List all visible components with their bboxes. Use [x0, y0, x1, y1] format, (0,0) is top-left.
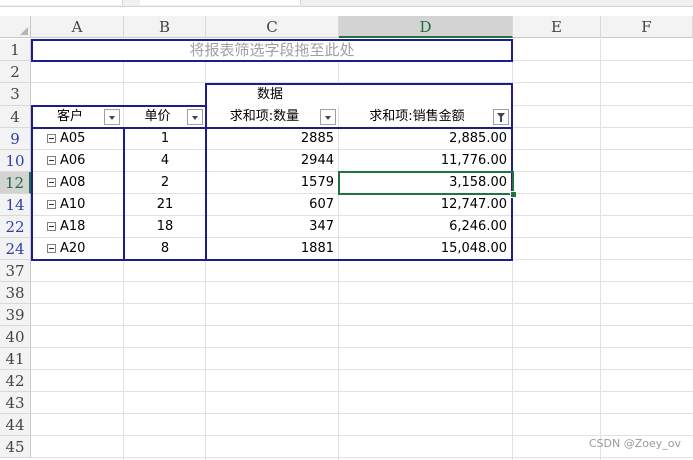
customer-cell[interactable]: A05	[47, 128, 123, 150]
fill-handle[interactable]	[510, 191, 517, 198]
pivot-data-label: 数据	[207, 84, 512, 106]
customer-cell[interactable]: A10	[47, 194, 123, 216]
quantity-cell[interactable]: 607	[207, 194, 339, 216]
row-header[interactable]: 9	[0, 128, 31, 150]
gridline	[600, 39, 601, 460]
customer-value: A18	[60, 219, 86, 234]
row-header[interactable]: 3	[0, 83, 31, 106]
spreadsheet: A B C D E F 1 2 3 4 9 10 12 14 22 24 37 …	[0, 0, 693, 460]
row-header[interactable]: 4	[0, 106, 31, 128]
gridline	[31, 435, 693, 436]
customer-cell[interactable]: A20	[47, 238, 123, 260]
gridline	[31, 413, 693, 414]
chevron-down-icon	[109, 116, 115, 120]
column-header-c[interactable]: C	[206, 16, 339, 38]
gridline	[31, 391, 693, 392]
gridline	[31, 347, 693, 348]
sales-cell[interactable]: 11,776.00	[339, 150, 512, 172]
row-header[interactable]: 22	[0, 216, 31, 238]
watermark: CSDN @Zoey_ov	[588, 437, 681, 450]
row-header[interactable]: 44	[0, 414, 31, 436]
pivot-border	[31, 259, 513, 261]
customer-value: A08	[60, 175, 86, 190]
row-header[interactable]: 41	[0, 348, 31, 370]
row-header[interactable]: 39	[0, 304, 31, 326]
row-header[interactable]: 2	[0, 61, 31, 83]
quantity-cell[interactable]: 2944	[207, 150, 339, 172]
price-cell[interactable]: 21	[124, 194, 206, 216]
collapse-minus-icon[interactable]	[47, 178, 56, 187]
column-header-b[interactable]: B	[124, 16, 206, 38]
report-filter-drop-area[interactable]: 将报表筛选字段拖至此处	[31, 39, 513, 61]
column-header-e[interactable]: E	[513, 16, 601, 38]
gridline	[31, 325, 693, 326]
sales-cell[interactable]: 2,885.00	[339, 128, 512, 150]
gridline	[31, 82, 693, 83]
collapse-minus-icon[interactable]	[47, 244, 56, 253]
chevron-down-icon	[192, 116, 198, 120]
column-header-d[interactable]: D	[339, 16, 513, 38]
price-filter-dropdown[interactable]	[187, 109, 203, 125]
quantity-cell[interactable]: 347	[207, 216, 339, 238]
pivot-border	[205, 83, 207, 261]
collapse-minus-icon[interactable]	[47, 222, 56, 231]
quantity-cell[interactable]: 1881	[207, 238, 339, 260]
top-tab-strip	[0, 0, 693, 7]
quantity-cell[interactable]: 1579	[207, 172, 339, 194]
quantity-cell[interactable]: 2885	[207, 128, 339, 150]
price-cell[interactable]: 2	[124, 172, 206, 194]
header-sum-sales: 求和项:销售金额	[369, 109, 465, 124]
pivot-border	[31, 127, 513, 129]
tab[interactable]	[140, 0, 301, 5]
customer-value: A20	[60, 241, 86, 256]
sales-cell[interactable]: 6,246.00	[339, 216, 512, 238]
price-cell[interactable]: 4	[124, 150, 206, 172]
row-header[interactable]: 38	[0, 282, 31, 304]
customer-cell[interactable]: A06	[47, 150, 123, 172]
price-cell[interactable]: 8	[124, 238, 206, 260]
gridline	[31, 281, 693, 282]
customer-value: A05	[60, 131, 86, 146]
gridline	[31, 457, 693, 458]
column-header-f[interactable]: F	[601, 16, 693, 38]
tab[interactable]	[0, 0, 123, 5]
sum-sales-filter-button[interactable]	[493, 109, 509, 125]
customer-value: A10	[60, 197, 86, 212]
active-cell-highlight	[338, 171, 514, 195]
row-header[interactable]: 1	[0, 39, 31, 61]
filter-funnel-icon	[497, 113, 505, 122]
pivot-border	[31, 105, 206, 107]
column-header-a[interactable]: A	[31, 16, 124, 38]
row-header[interactable]: 12	[0, 172, 31, 194]
select-all-corner[interactable]	[0, 16, 31, 38]
customer-value: A06	[60, 153, 86, 168]
sales-cell[interactable]: 15,048.00	[339, 238, 512, 260]
row-header[interactable]: 10	[0, 150, 31, 172]
collapse-minus-icon[interactable]	[47, 134, 56, 143]
price-cell[interactable]: 18	[124, 216, 206, 238]
customer-cell[interactable]: A08	[47, 172, 123, 194]
row-header[interactable]: 45	[0, 436, 31, 458]
sales-cell[interactable]: 12,747.00	[339, 194, 512, 216]
row-header[interactable]: 43	[0, 392, 31, 414]
gridline	[31, 303, 693, 304]
row-header[interactable]: 37	[0, 260, 31, 282]
row-header[interactable]: 42	[0, 370, 31, 392]
collapse-minus-icon[interactable]	[47, 200, 56, 209]
row-header[interactable]: 14	[0, 194, 31, 216]
collapse-minus-icon[interactable]	[47, 156, 56, 165]
sum-quantity-dropdown[interactable]	[320, 109, 336, 125]
row-header[interactable]: 24	[0, 238, 31, 260]
customer-filter-dropdown[interactable]	[104, 109, 120, 125]
row-header[interactable]: 40	[0, 326, 31, 348]
pivot-border	[123, 128, 125, 261]
customer-cell[interactable]: A18	[47, 216, 123, 238]
chevron-down-icon	[325, 116, 331, 120]
price-cell[interactable]: 1	[124, 128, 206, 150]
gridline	[31, 369, 693, 370]
